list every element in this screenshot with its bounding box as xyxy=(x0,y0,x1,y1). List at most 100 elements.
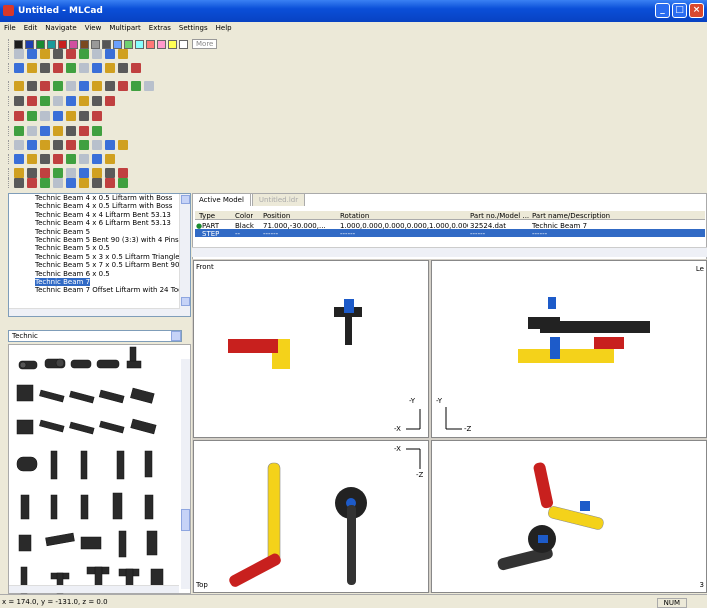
toolbar-tool-icon[interactable] xyxy=(53,63,63,73)
toolbar-tool-icon[interactable] xyxy=(27,49,37,59)
viewport-left[interactable]: Le -Y -Z xyxy=(431,260,707,438)
toolbar-tool-icon[interactable] xyxy=(53,154,63,164)
toolbar-tool-icon[interactable] xyxy=(14,81,24,91)
toolbar-tool-icon[interactable] xyxy=(92,178,102,188)
menu-settings[interactable]: Settings xyxy=(175,22,212,34)
toolbar-tool-icon[interactable] xyxy=(14,140,24,150)
toolbar-tool-icon[interactable] xyxy=(40,49,50,59)
col-type[interactable]: Type xyxy=(199,212,215,220)
toolbar-tool-icon[interactable] xyxy=(27,63,37,73)
toolbar-tool-icon[interactable] xyxy=(131,63,141,73)
part-list-item[interactable]: Technic Beam 4 x 4 Liftarm Bent 53.13 xyxy=(9,211,179,219)
toolbar-tool-icon[interactable] xyxy=(92,154,102,164)
toolbar-tool-icon[interactable] xyxy=(118,63,128,73)
toolbar-tool-icon[interactable] xyxy=(105,178,115,188)
toolbar-tool-icon[interactable] xyxy=(14,126,24,136)
part-list-item[interactable]: Technic Beam 5 xyxy=(9,228,179,236)
category-select[interactable]: Technic xyxy=(8,330,182,342)
toolbar-tool-icon[interactable] xyxy=(40,126,50,136)
toolbar-tool-icon[interactable] xyxy=(66,178,76,188)
toolbar-tool-icon[interactable] xyxy=(27,126,37,136)
toolbar-tool-icon[interactable] xyxy=(66,126,76,136)
toolbar-tool-icon[interactable] xyxy=(40,111,50,121)
part-list-item[interactable]: Technic Beam 7 xyxy=(9,277,179,286)
toolbar-tool-icon[interactable] xyxy=(79,81,89,91)
tab-untitled[interactable]: Untitled.ldr xyxy=(251,193,306,206)
part-list-hscrollbar[interactable] xyxy=(9,308,180,316)
toolbar-tool-icon[interactable] xyxy=(79,49,89,59)
color-swatch-white[interactable] xyxy=(179,39,188,49)
toolbar-tool-icon[interactable] xyxy=(14,154,24,164)
scroll-up-arrow[interactable] xyxy=(181,195,190,204)
toolbar-tool-icon[interactable] xyxy=(79,154,89,164)
toolbar-tool-icon[interactable] xyxy=(27,96,37,106)
toolbar-tool-icon[interactable] xyxy=(27,178,37,188)
minimize-button[interactable]: _ xyxy=(655,3,670,18)
menu-navigate[interactable]: Navigate xyxy=(41,22,80,34)
menu-file[interactable]: File xyxy=(0,22,20,34)
toolbar-tool-icon[interactable] xyxy=(53,126,63,136)
toolbar-tool-icon[interactable] xyxy=(14,49,24,59)
part-list-item[interactable]: Technic Beam 4 x 6 Liftarm Bent 53.13 xyxy=(9,219,179,227)
toolbar-tool-icon[interactable] xyxy=(79,63,89,73)
toolbar-tool-icon[interactable] xyxy=(14,63,24,73)
color-swatch-cyan[interactable] xyxy=(135,39,144,49)
part-list-item[interactable]: Technic Beam 6 x 0.5 xyxy=(9,270,179,278)
col-part-no[interactable]: Part no./Model ... xyxy=(470,212,529,220)
toolbar-tool-icon[interactable] xyxy=(66,63,76,73)
toolbar-tool-icon[interactable] xyxy=(27,154,37,164)
palette-scrollbar[interactable] xyxy=(181,359,190,589)
table-row[interactable]: STEP -- ------ ------ ------ ------ xyxy=(195,229,705,238)
toolbar-tool-icon[interactable] xyxy=(40,63,50,73)
maximize-button[interactable]: □ xyxy=(672,3,687,18)
toolbar-tool-icon[interactable] xyxy=(79,178,89,188)
col-position[interactable]: Position xyxy=(263,212,290,220)
toolbar-tool-icon[interactable] xyxy=(92,126,102,136)
toolbar-tool-icon[interactable] xyxy=(105,154,115,164)
part-list-item[interactable]: Technic Beam 7 Offset Liftarm with 24 To… xyxy=(9,286,179,294)
toolbar-tool-icon[interactable] xyxy=(79,140,89,150)
toolbar-tool-icon[interactable] xyxy=(92,140,102,150)
toolbar-tool-icon[interactable] xyxy=(53,96,63,106)
toolbar-tool-icon[interactable] xyxy=(66,154,76,164)
part-list-item[interactable]: Technic Beam 5 Bent 90 (3:3) with 4 Pins xyxy=(9,236,179,244)
col-rotation[interactable]: Rotation xyxy=(340,212,369,220)
toolbar-tool-icon[interactable] xyxy=(66,111,76,121)
toolbar-tool-icon[interactable] xyxy=(27,140,37,150)
toolbar-tool-icon[interactable] xyxy=(40,81,50,91)
toolbar-tool-icon[interactable] xyxy=(53,178,63,188)
part-list-scrollbar[interactable] xyxy=(179,194,190,316)
toolbar-tool-icon[interactable] xyxy=(40,140,50,150)
toolbar-tool-icon[interactable] xyxy=(53,111,63,121)
toolbar-tool-icon[interactable] xyxy=(27,111,37,121)
table-hscrollbar[interactable] xyxy=(192,247,707,257)
toolbar-tool-icon[interactable] xyxy=(118,178,128,188)
part-list[interactable]: Technic Beam 4 x 0.5 Liftarm with Boss Te… xyxy=(8,193,191,317)
toolbar-tool-icon[interactable] xyxy=(131,81,141,91)
color-swatch-yellow[interactable] xyxy=(168,39,177,49)
part-list-item[interactable]: Technic Beam 5 x 7 x 0.5 Liftarm Bent 90… xyxy=(9,261,179,269)
toolbar-tool-icon[interactable] xyxy=(40,178,50,188)
col-part-name[interactable]: Part name/Description xyxy=(532,212,610,220)
part-list-item[interactable]: Technic Beam 4 x 0.5 Liftarm with Boss xyxy=(9,194,179,202)
color-swatch-salmon[interactable] xyxy=(146,39,155,49)
part-list-item[interactable]: Technic Beam 4 x 0.5 Liftarm with Boss xyxy=(9,202,179,210)
toolbar-tool-icon[interactable] xyxy=(27,81,37,91)
toolbar-tool-icon[interactable] xyxy=(79,126,89,136)
menu-help[interactable]: Help xyxy=(212,22,236,34)
toolbar-tool-icon[interactable] xyxy=(53,140,63,150)
viewport-front[interactable]: Front -Y -X xyxy=(193,260,429,438)
toolbar-tool-icon[interactable] xyxy=(40,154,50,164)
toolbar-tool-icon[interactable] xyxy=(66,81,76,91)
part-palette[interactable] xyxy=(8,344,191,594)
toolbar-tool-icon[interactable] xyxy=(105,96,115,106)
toolbar-tool-icon[interactable] xyxy=(92,111,102,121)
toolbar-tool-icon[interactable] xyxy=(66,96,76,106)
toolbar-tool-icon[interactable] xyxy=(92,81,102,91)
toolbar-tool-icon[interactable] xyxy=(53,81,63,91)
menu-view[interactable]: View xyxy=(81,22,106,34)
scroll-down-arrow[interactable] xyxy=(181,297,190,306)
more-colors-button[interactable]: More xyxy=(192,39,218,49)
toolbar-tool-icon[interactable] xyxy=(105,63,115,73)
color-swatch-lightpink[interactable] xyxy=(157,39,166,49)
